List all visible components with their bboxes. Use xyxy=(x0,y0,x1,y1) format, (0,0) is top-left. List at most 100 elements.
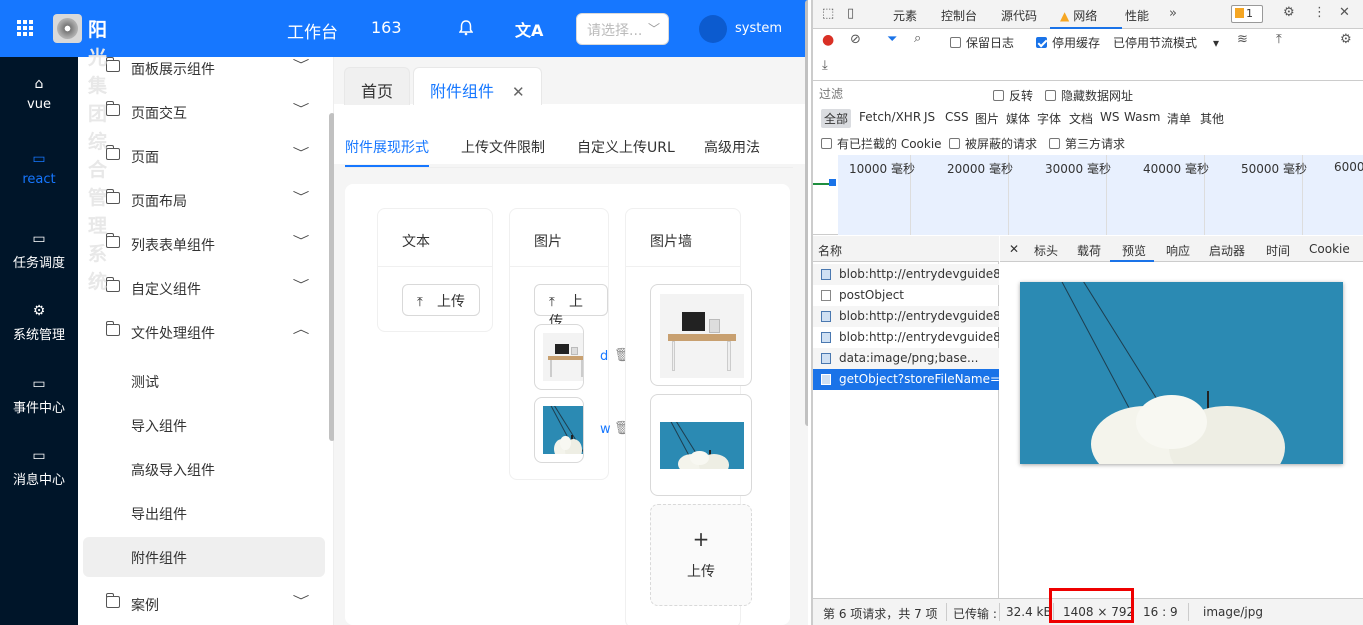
network-overview[interactable]: 10000 毫秒 20000 毫秒 30000 毫秒 40000 毫秒 50000 毫秒… xyxy=(813,155,1363,235)
user-name[interactable]: system xyxy=(735,21,782,36)
filter-type[interactable]: 字体 xyxy=(1037,110,1061,127)
content-tab[interactable]: 自定义上传URL xyxy=(577,137,675,157)
record-icon[interactable]: ● xyxy=(822,32,834,48)
more-tabs-icon[interactable]: » xyxy=(1169,6,1177,21)
inspect-icon[interactable]: ⬚ xyxy=(822,6,834,21)
throttle-select[interactable]: 已停用节流模式 ▾ xyxy=(1113,34,1219,51)
main-scrollbar[interactable] xyxy=(805,0,808,426)
filter-type[interactable]: CSS xyxy=(945,110,969,124)
device-toolbar-icon[interactable]: ▯ xyxy=(847,6,854,21)
top-select[interactable]: 请选择... ﹀ xyxy=(576,13,669,45)
request-row[interactable]: blob:http://entrydevguide8... xyxy=(813,327,999,348)
submenu-group[interactable]: 文件处理组件 ︿ xyxy=(78,313,334,353)
bell-icon[interactable] xyxy=(458,20,474,36)
wall-item-sky[interactable] xyxy=(650,394,752,496)
submenu-group[interactable]: 案例 ﹀ xyxy=(78,585,334,625)
filter-type[interactable]: 其他 xyxy=(1200,110,1224,127)
detail-tab[interactable]: Cookie xyxy=(1309,242,1350,256)
filter-type[interactable]: 媒体 xyxy=(1006,110,1030,127)
submenu-group[interactable]: 页面 ﹀ xyxy=(78,137,334,177)
submenu-item[interactable]: 测试 xyxy=(83,361,325,401)
filter-type[interactable]: Fetch/XHR xyxy=(859,110,921,124)
hide-data-urls-checkbox[interactable]: 隐藏数据网址 xyxy=(1045,87,1133,104)
gear-icon[interactable]: ⚙ xyxy=(1283,5,1295,20)
devtools-tab[interactable]: 控制台 xyxy=(941,7,977,24)
wall-upload-button[interactable]: + 上传 xyxy=(650,504,752,606)
submenu-item[interactable]: 导出组件 xyxy=(83,493,325,533)
devtools-tab[interactable]: ▲ 网络 xyxy=(1060,7,1097,24)
picture-item-sky[interactable] xyxy=(534,397,584,463)
devtools-tab[interactable]: 元素 xyxy=(893,7,917,24)
submenu-item[interactable]: 导入组件 xyxy=(83,405,325,445)
picture-item-desk[interactable] xyxy=(534,324,584,390)
filter-type[interactable]: Wasm xyxy=(1124,110,1160,124)
content-tab[interactable]: 高级用法 xyxy=(704,137,760,157)
request-row[interactable]: postObject xyxy=(813,285,999,306)
apps-grid-icon[interactable] xyxy=(17,20,33,36)
preserve-log-checkbox[interactable]: 保留日志 xyxy=(950,34,1014,51)
text-upload-button[interactable]: ⤒ 上传 xyxy=(402,284,480,316)
blocked-cookie-checkbox[interactable]: 有已拦截的 Cookie xyxy=(821,135,942,152)
name-column-header[interactable]: 名称 xyxy=(813,236,999,262)
detail-tab[interactable]: 载荷 xyxy=(1077,242,1101,259)
filter-icon[interactable]: ⏷ xyxy=(887,32,897,47)
request-row[interactable]: data:image/png;base... xyxy=(813,348,999,369)
rail-item-2[interactable]: ▭ 任务调度 xyxy=(0,232,78,271)
invert-checkbox[interactable]: 反转 xyxy=(993,87,1033,104)
rail-item-3[interactable]: ⚙ 系统管理 xyxy=(0,304,78,343)
top-link-workbench[interactable]: 工作台 xyxy=(287,18,338,43)
close-icon[interactable]: ✕ xyxy=(512,83,525,101)
kebab-menu-icon[interactable]: ⋮ xyxy=(1313,5,1326,20)
submenu-group[interactable]: 自定义组件 ﹀ xyxy=(78,269,334,309)
detail-tab[interactable]: 预览 xyxy=(1122,242,1146,259)
submenu-group[interactable]: 页面交互 ﹀ xyxy=(78,93,334,133)
detail-tab[interactable]: 时间 xyxy=(1266,242,1290,259)
filter-type[interactable]: 文档 xyxy=(1069,110,1093,127)
picture-upload-button[interactable]: ⤒ 上传 xyxy=(534,284,608,330)
avatar[interactable] xyxy=(699,15,727,43)
page-tab[interactable]: 附件组件 ✕ xyxy=(413,67,542,105)
upload-har-icon[interactable]: ⤒ xyxy=(1276,32,1282,47)
submenu-item[interactable]: 高级导入组件 xyxy=(83,449,325,489)
blocked-requests-checkbox[interactable]: 被屏蔽的请求 xyxy=(949,135,1037,152)
third-party-checkbox[interactable]: 第三方请求 xyxy=(1049,135,1125,152)
picture-file-name[interactable]: w xyxy=(600,422,611,437)
submenu-group[interactable]: 列表表单组件 ﹀ xyxy=(78,225,334,265)
detail-tab[interactable]: 启动器 xyxy=(1209,242,1245,259)
download-har-icon[interactable]: ⤓ xyxy=(822,58,828,73)
top-link-163[interactable]: 163 xyxy=(371,18,402,37)
devtools-tab[interactable]: 源代码 xyxy=(1001,7,1037,24)
detail-tab[interactable]: 标头 xyxy=(1034,242,1058,259)
submenu-group[interactable]: 页面布局 ﹀ xyxy=(78,181,334,221)
request-row[interactable]: blob:http://entrydevguide8... xyxy=(813,306,999,327)
clear-icon[interactable]: ⊘ xyxy=(850,32,861,47)
filter-type[interactable]: WS xyxy=(1100,110,1119,124)
picture-file-name[interactable]: d xyxy=(600,349,608,364)
filter-type[interactable]: 清单 xyxy=(1167,110,1191,127)
rail-item-1[interactable]: ▭ react xyxy=(0,152,78,187)
filter-type[interactable]: 图片 xyxy=(975,110,999,127)
close-icon[interactable]: ✕ xyxy=(1009,242,1019,256)
disable-cache-checkbox[interactable]: 停用缓存 xyxy=(1036,34,1100,51)
content-tab[interactable]: 附件展现形式 xyxy=(345,137,429,157)
translate-icon[interactable]: 文A xyxy=(515,17,543,41)
rail-item-5[interactable]: ▭ 消息中心 xyxy=(0,449,78,488)
wifi-icon[interactable]: ≋ xyxy=(1237,32,1248,47)
wall-item-desk[interactable] xyxy=(650,284,752,386)
detail-tab[interactable]: 响应 xyxy=(1166,242,1190,259)
filter-input[interactable] xyxy=(816,85,980,103)
close-icon[interactable]: ✕ xyxy=(1339,5,1350,20)
page-tab[interactable]: 首页 xyxy=(344,67,411,105)
filter-type[interactable]: JS xyxy=(924,110,935,124)
submenu-item[interactable]: 附件组件 xyxy=(83,537,325,577)
request-row[interactable]: getObject?storeFileName=... xyxy=(813,369,999,390)
issues-badge[interactable]: 1 xyxy=(1231,5,1263,23)
content-tab[interactable]: 上传文件限制 xyxy=(461,137,545,157)
rail-item-4[interactable]: ▭ 事件中心 xyxy=(0,377,78,416)
filter-type[interactable]: 全部 xyxy=(821,109,852,128)
submenu-group[interactable]: 面板展示组件 ﹀ xyxy=(78,49,334,89)
network-settings-icon[interactable]: ⚙ xyxy=(1340,32,1352,47)
rail-item-0[interactable]: ⌂ vue xyxy=(0,77,78,112)
search-icon[interactable]: ⌕ xyxy=(914,31,921,46)
devtools-tab[interactable]: 性能 xyxy=(1125,7,1149,24)
